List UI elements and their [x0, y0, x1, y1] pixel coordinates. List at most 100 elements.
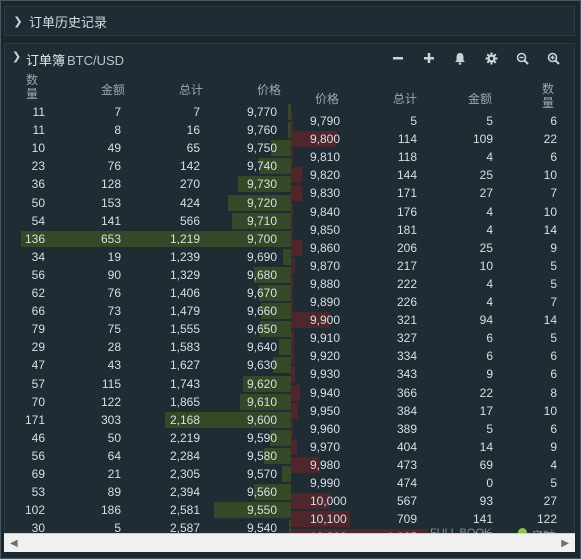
bid-total: 424: [179, 195, 200, 210]
bid-qty: 56: [31, 267, 45, 282]
asks-header-total: 总计: [393, 92, 418, 106]
ask-price: 9,930: [310, 367, 341, 382]
ask-total: 226: [396, 295, 417, 309]
gear-icon[interactable]: [480, 48, 502, 68]
bid-total: 270: [179, 177, 200, 192]
ask-total: 404: [396, 439, 417, 454]
ask-price: 9,810: [310, 150, 341, 165]
order-book-panel: ❯ 订单簿 BTC/USD 数量 金额 总计 价格 价格 总计 金额 数量 11…: [4, 43, 575, 550]
ask-qty: 5: [550, 476, 557, 490]
chevron-down-icon[interactable]: ❯: [12, 50, 21, 63]
ask-qty: 14: [543, 222, 557, 237]
plus-icon[interactable]: [418, 48, 440, 68]
ask-price: 9,990: [310, 476, 341, 490]
ask-amount: 5: [486, 421, 493, 436]
ask-amount: 109: [472, 132, 493, 147]
bid-depth-bar: [283, 248, 291, 265]
bid-total: 1,627: [169, 358, 200, 373]
ask-total: 366: [396, 385, 417, 400]
bid-amount: 115: [101, 376, 121, 391]
scroll-right-icon[interactable]: ▶: [561, 538, 569, 549]
bid-amount: 8: [114, 123, 121, 138]
ask-amount: 6: [486, 331, 493, 346]
ask-amount: 5: [486, 114, 493, 128]
ask-price: 9,830: [310, 186, 341, 201]
ask-qty: 5: [550, 258, 557, 273]
bid-qty: 62: [31, 286, 45, 300]
order-book-pair: BTC/USD: [67, 53, 125, 68]
bid-total: 65: [186, 141, 200, 156]
ask-amount: 94: [479, 313, 493, 328]
ask-total: 206: [396, 240, 417, 255]
ask-qty: 5: [550, 276, 557, 291]
ask-qty: 6: [550, 114, 557, 128]
ask-depth-bar: [291, 330, 294, 347]
bid-qty: 79: [31, 322, 45, 337]
bid-qty: 11: [32, 105, 45, 119]
ask-amount: 25: [479, 168, 493, 183]
bid-amount: 90: [107, 267, 121, 282]
ask-qty: 6: [550, 150, 557, 165]
bid-qty: 29: [31, 340, 45, 355]
ask-price: 9,820: [310, 168, 341, 183]
ask-total: 5: [410, 114, 417, 128]
bid-total: 1,865: [169, 394, 200, 409]
bid-total: 1,239: [169, 249, 200, 264]
bid-amount: 49: [107, 141, 121, 156]
bid-depth-bar: [282, 466, 291, 482]
ask-price: 9,880: [310, 276, 341, 291]
scroll-left-icon[interactable]: ◀: [10, 538, 18, 549]
bid-price: 9,670: [246, 286, 277, 300]
bid-qty: 23: [31, 159, 45, 174]
ask-qty: 9: [550, 439, 557, 454]
bid-qty: 102: [24, 503, 45, 518]
bid-qty: 47: [31, 358, 45, 373]
chevron-right-icon: ❯: [13, 15, 23, 28]
ask-price: 9,970: [310, 439, 341, 454]
bid-qty: 34: [31, 249, 45, 264]
bid-amount: 28: [107, 340, 121, 355]
bid-price: 9,640: [246, 340, 277, 355]
bid-total: 2,284: [169, 448, 200, 463]
ask-total: 181: [396, 222, 417, 237]
ask-price: 9,870: [310, 258, 341, 273]
bid-qty: 136: [24, 231, 45, 246]
ask-qty: 10: [543, 204, 557, 219]
ask-qty: 27: [543, 494, 557, 509]
bid-price: 9,690: [246, 249, 277, 264]
bid-total: 7: [193, 105, 200, 119]
minus-icon[interactable]: [387, 48, 409, 68]
bid-amount: 153: [100, 195, 121, 210]
bid-total: 16: [186, 123, 200, 138]
ask-depth-bar: [291, 366, 295, 383]
asks-header-amount: 金额: [468, 92, 493, 106]
bid-amount: 303: [100, 412, 121, 427]
ask-total: 217: [396, 258, 417, 273]
ask-qty: 5: [550, 331, 557, 346]
bell-icon[interactable]: [449, 48, 471, 68]
bid-price: 9,590: [246, 430, 277, 445]
bid-amount: 50: [107, 430, 121, 445]
bids-header-amount: 金额: [101, 83, 126, 97]
bid-price: 9,710: [246, 213, 277, 228]
horizontal-scrollbar[interactable]: ◀ ▶: [4, 533, 575, 552]
bid-total: 1,479: [169, 304, 200, 319]
bid-total: 2,581: [169, 503, 200, 518]
ask-depth-bar: [291, 275, 293, 292]
zoom-out-icon[interactable]: [511, 48, 533, 68]
order-history-section-header[interactable]: ❯ 订单历史记录: [4, 6, 575, 36]
ask-amount: 4: [486, 276, 493, 291]
ask-total: 118: [397, 150, 417, 165]
bid-qty: 10: [31, 141, 45, 156]
ask-price: 9,800: [310, 132, 341, 147]
bid-price: 9,610: [246, 394, 277, 409]
ask-amount: 93: [479, 494, 493, 509]
asks-header-qty: 数量: [542, 82, 555, 110]
bid-total: 2,305: [169, 467, 200, 481]
ask-price: 9,980: [310, 457, 341, 472]
zoom-in-icon[interactable]: [542, 48, 564, 68]
bid-amount: 19: [107, 249, 121, 264]
ask-depth-bar: [291, 221, 293, 238]
bid-price: 9,720: [246, 195, 277, 210]
ask-qty: 6: [550, 367, 557, 382]
